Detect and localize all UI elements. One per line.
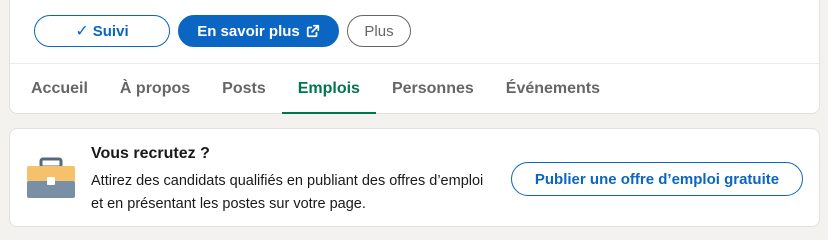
recruiting-card: Vous recrutez ? Attirez des candidats qu…: [9, 128, 820, 227]
publish-job-button[interactable]: Publier une offre d’emploi gratuite: [511, 162, 803, 196]
tab-label: Emplois: [297, 80, 360, 97]
tab-personnes[interactable]: Personnes: [376, 64, 490, 114]
action-bar: ✓ Suivi En savoir plus Plus: [34, 15, 411, 47]
publish-job-button-label: Publier une offre d’emploi gratuite: [534, 170, 780, 188]
external-link-icon: [306, 24, 319, 38]
more-button-label: Plus: [364, 22, 394, 40]
tab-label: Accueil: [31, 80, 88, 97]
learn-more-button[interactable]: En savoir plus: [178, 15, 339, 47]
tab-evenements[interactable]: Événements: [490, 64, 616, 114]
tab-accueil[interactable]: Accueil: [15, 64, 104, 114]
follow-button[interactable]: ✓ Suivi: [34, 15, 170, 47]
recruiting-title: Vous recrutez ?: [91, 145, 210, 162]
more-button[interactable]: Plus: [347, 15, 411, 47]
company-header-card: ✓ Suivi En savoir plus Plus Accueil À pr…: [9, 0, 820, 114]
tab-label: Personnes: [391, 80, 474, 97]
follow-button-label: Suivi: [92, 22, 129, 40]
recruiting-description: Attirez des candidats qualifiés en publi…: [91, 173, 484, 212]
tab-label: Posts: [222, 80, 266, 97]
tab-a-propos[interactable]: À propos: [104, 64, 206, 114]
learn-more-button-label: En savoir plus: [197, 22, 300, 40]
tab-emplois[interactable]: Emplois: [281, 64, 377, 114]
briefcase-icon: [27, 157, 75, 198]
page-tabs: Accueil À propos Posts Emplois Personnes…: [15, 64, 616, 114]
tab-label: Événements: [505, 80, 601, 97]
tab-posts[interactable]: Posts: [206, 64, 282, 114]
check-icon: ✓: [75, 23, 89, 40]
tab-label: À propos: [119, 80, 191, 97]
